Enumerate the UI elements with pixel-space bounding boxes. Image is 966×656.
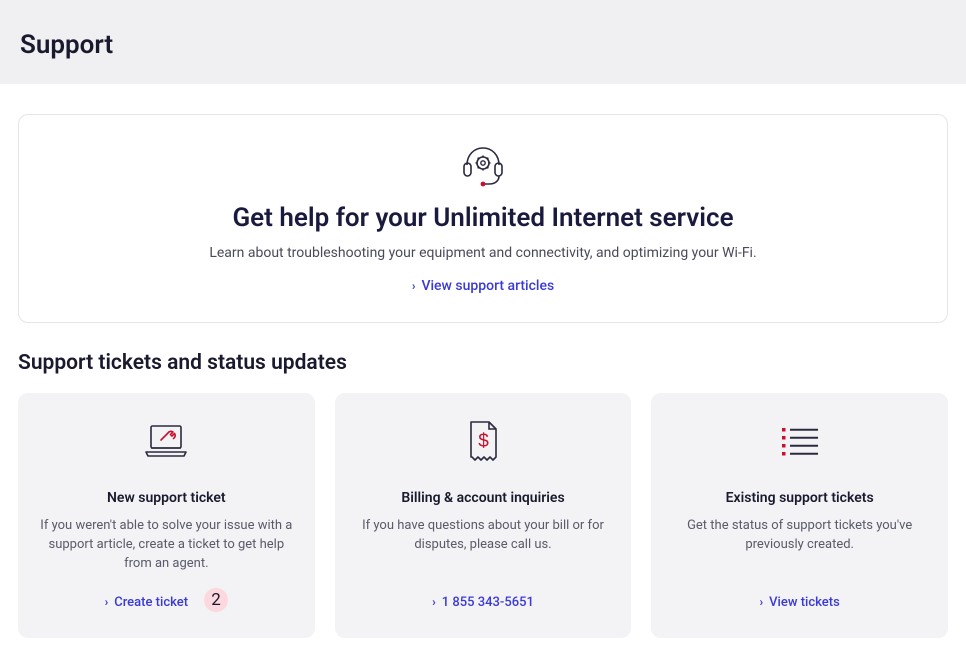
card-description: Get the status of support tickets you've… (673, 517, 926, 555)
new-support-ticket-card: New support ticket If you weren't able t… (18, 393, 315, 638)
chevron-right-icon: › (432, 595, 436, 609)
chevron-right-icon: › (760, 595, 764, 609)
list-icon (778, 417, 822, 465)
hero-card: Get help for your Unlimited Internet ser… (18, 114, 948, 323)
chevron-right-icon: › (105, 595, 109, 609)
link-label: Create ticket (114, 595, 188, 610)
header-bar: Support (0, 0, 966, 84)
card-title: New support ticket (107, 489, 226, 507)
step-annotation-badge: 2 (204, 588, 228, 612)
billing-phone-link[interactable]: › 1 855 343-5651 (432, 595, 534, 610)
view-tickets-link[interactable]: › View tickets (760, 595, 840, 610)
headset-gear-icon (59, 143, 907, 189)
svg-text:$: $ (478, 431, 489, 452)
hero-description: Learn about troubleshooting your equipme… (59, 245, 907, 261)
laptop-wrench-icon (141, 417, 191, 465)
tickets-section-title: Support tickets and status updates (18, 351, 948, 375)
chevron-right-icon: › (412, 279, 416, 293)
view-support-articles-link[interactable]: › View support articles (412, 278, 554, 294)
card-title: Billing & account inquiries (401, 489, 564, 507)
hero-title: Get help for your Unlimited Internet ser… (59, 203, 907, 233)
link-label: View tickets (769, 595, 840, 610)
link-label: 1 855 343-5651 (442, 595, 534, 610)
link-label: View support articles (421, 278, 554, 294)
page-title: Support (20, 30, 946, 60)
create-ticket-link[interactable]: › Create ticket (105, 595, 188, 610)
invoice-dollar-icon: $ (462, 417, 504, 465)
billing-inquiries-card: $ Billing & account inquiries If you hav… (335, 393, 632, 638)
card-description: If you weren't able to solve your issue … (40, 517, 293, 574)
card-description: If you have questions about your bill or… (357, 517, 610, 555)
card-title: Existing support tickets (726, 489, 874, 507)
existing-tickets-card: Existing support tickets Get the status … (651, 393, 948, 638)
ticket-cards-grid: New support ticket If you weren't able t… (18, 393, 948, 638)
main-content: Get help for your Unlimited Internet ser… (0, 84, 966, 656)
